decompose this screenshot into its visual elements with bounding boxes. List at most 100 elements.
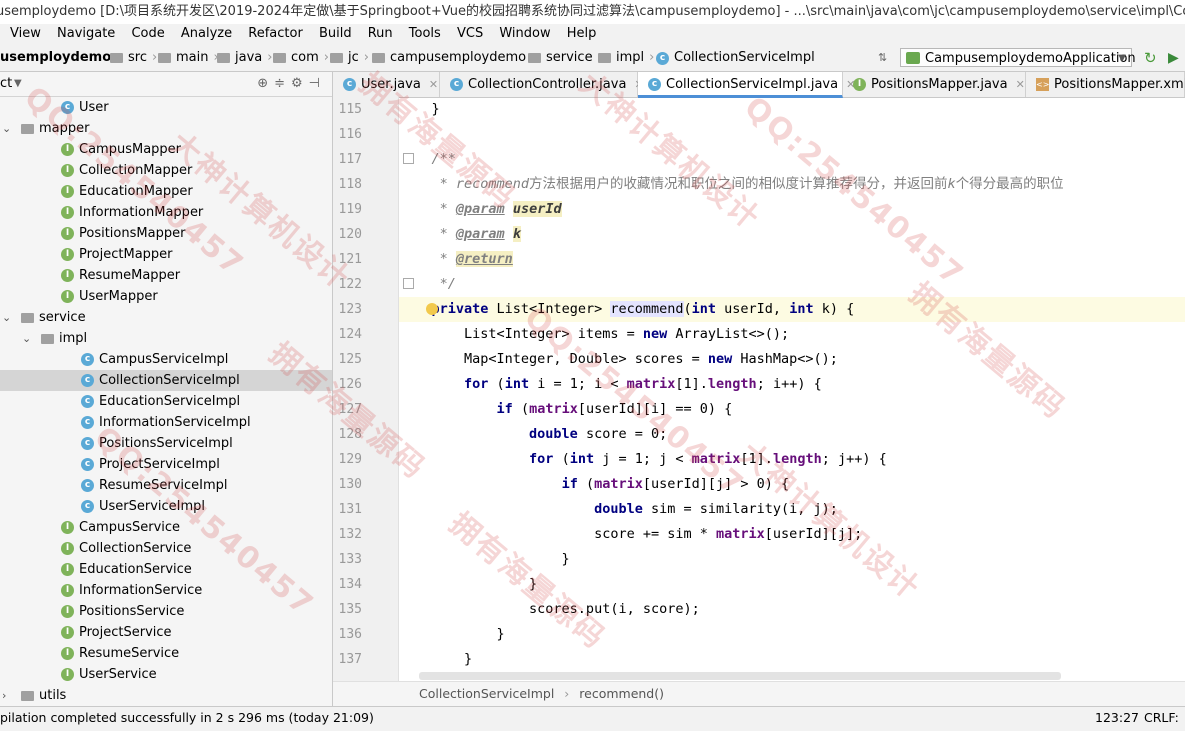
- breadcrumb-method[interactable]: recommend(): [579, 686, 664, 701]
- menu-view[interactable]: View: [10, 24, 41, 44]
- code-line: if (matrix[userId][i] == 0) {: [496, 401, 733, 417]
- lightbulb-icon[interactable]: [426, 303, 438, 315]
- tab-user-java[interactable]: c User.java ✕: [333, 72, 440, 97]
- hide-icon[interactable]: ⊣: [309, 76, 326, 91]
- tab-collection-service-impl[interactable]: c CollectionServiceImpl.java ✕: [638, 72, 855, 98]
- close-icon[interactable]: ✕: [1016, 78, 1025, 91]
- nav-crumb-jc[interactable]: jc ›: [330, 46, 373, 70]
- interface-icon: I: [61, 185, 74, 198]
- folder-icon: [273, 53, 286, 63]
- folder-icon: [330, 53, 343, 63]
- horizontal-scrollbar[interactable]: [419, 672, 1061, 680]
- tab-collection-controller[interactable]: cCollectionController.java✕: [440, 72, 644, 97]
- menu-navigate[interactable]: Navigate: [57, 24, 115, 44]
- nav-crumb-project[interactable]: usemploydemo›: [0, 46, 125, 70]
- tree-item-label: PositionsService: [79, 604, 185, 619]
- run-icon[interactable]: ▶: [1168, 46, 1179, 70]
- rerun-icon[interactable]: ↻: [1144, 46, 1157, 70]
- line-number: 130: [338, 477, 362, 492]
- code-line: * @return: [439, 251, 513, 267]
- tab-positions-mapper-xml[interactable]: <> PositionsMapper.xml: [1026, 72, 1185, 97]
- chevron-down-icon[interactable]: ▼: [14, 72, 22, 96]
- status-message[interactable]: pilation completed successfully in 2 s 2…: [0, 707, 374, 729]
- tree-item[interactable]: I PositionsService: [0, 601, 332, 622]
- nav-crumb-class[interactable]: c CollectionServiceImpl: [656, 46, 815, 70]
- folder-icon: [598, 53, 611, 63]
- chevron-down-icon[interactable]: ⌄: [22, 328, 31, 349]
- tree-item[interactable]: I EducationMapper: [0, 181, 332, 202]
- tree-item[interactable]: I ProjectMapper: [0, 244, 332, 265]
- line-number: 129: [338, 452, 362, 467]
- tree-item[interactable]: I ResumeService: [0, 643, 332, 664]
- tree-item[interactable]: ⌄ service: [0, 307, 332, 328]
- locate-icon[interactable]: ⊕: [257, 76, 274, 91]
- menu-analyze[interactable]: Analyze: [181, 24, 232, 44]
- breadcrumb-class[interactable]: CollectionServiceImpl: [419, 686, 554, 701]
- tree-item[interactable]: I EducationService: [0, 559, 332, 580]
- line-number: 134: [338, 577, 362, 592]
- tree-item[interactable]: c ProjectServiceImpl: [0, 454, 332, 475]
- class-icon: c: [81, 500, 94, 513]
- tree-item[interactable]: I ResumeMapper: [0, 265, 332, 286]
- tree-item-label: InformationMapper: [79, 205, 204, 220]
- nav-crumb-package[interactable]: campusemploydemo›: [372, 46, 540, 70]
- tree-item[interactable]: I UserMapper: [0, 286, 332, 307]
- menu-help[interactable]: Help: [567, 24, 597, 44]
- interface-icon: I: [61, 269, 74, 282]
- tree-item[interactable]: ⌄ impl: [0, 328, 332, 349]
- menu-refactor[interactable]: Refactor: [248, 24, 303, 44]
- tree-item-label: CollectionMapper: [79, 163, 193, 178]
- chevron-down-icon[interactable]: ⌄: [2, 307, 11, 328]
- interface-icon: I: [61, 143, 74, 156]
- menu-run[interactable]: Run: [368, 24, 393, 44]
- menu-code[interactable]: Code: [131, 24, 164, 44]
- sort-icon[interactable]: ⇅: [878, 46, 887, 70]
- code-line: * @param userId: [439, 201, 562, 217]
- chevron-down-icon[interactable]: ⌄: [2, 118, 11, 139]
- interface-icon: I: [61, 584, 74, 597]
- nav-crumb-main[interactable]: main›: [158, 46, 223, 70]
- line-number: 128: [338, 427, 362, 442]
- nav-crumb-service[interactable]: service›: [528, 46, 607, 70]
- tree-item[interactable]: c InformationServiceImpl: [0, 412, 332, 433]
- line-number: 118: [338, 177, 362, 192]
- tree-item[interactable]: ⌄ mapper: [0, 118, 332, 139]
- nav-crumb-impl[interactable]: impl ›: [598, 46, 658, 70]
- tab-positions-mapper-java[interactable]: I PositionsMapper.java ✕: [843, 72, 1026, 97]
- code-line: for (int j = 1; j < matrix[1].length; j+…: [529, 451, 887, 467]
- gear-icon[interactable]: ⚙: [291, 76, 309, 91]
- tree-item[interactable]: I PositionsMapper: [0, 223, 332, 244]
- menu-build[interactable]: Build: [319, 24, 352, 44]
- tree-item[interactable]: c User: [0, 97, 332, 118]
- caret-position[interactable]: 123:27: [1095, 707, 1139, 729]
- tree-item[interactable]: I CollectionMapper: [0, 160, 332, 181]
- line-separator[interactable]: CRLF:: [1144, 707, 1179, 729]
- tree-item[interactable]: I CollectionService: [0, 538, 332, 559]
- nav-crumb-java[interactable]: java ›: [217, 46, 276, 70]
- menu-vcs[interactable]: VCS: [457, 24, 483, 44]
- close-icon[interactable]: ✕: [429, 78, 438, 91]
- menu-tools[interactable]: Tools: [409, 24, 441, 44]
- tree-item[interactable]: I UserService: [0, 664, 332, 685]
- run-configuration-select[interactable]: CampusemploydemoApplication ▼: [900, 48, 1136, 67]
- tree-item[interactable]: c CollectionServiceImpl: [0, 370, 332, 391]
- code-area[interactable]: } /** * recommend方法根据用户的收藏情况和职位之间的相似度计算推…: [399, 97, 1185, 681]
- tree-item[interactable]: I CampusMapper: [0, 139, 332, 160]
- tree-item[interactable]: c CampusServiceImpl: [0, 349, 332, 370]
- tree-item-label: service: [39, 310, 86, 325]
- tree-item[interactable]: c PositionsServiceImpl: [0, 433, 332, 454]
- tree-item[interactable]: I CampusService: [0, 517, 332, 538]
- code-line: for (int i = 1; i < matrix[1].length; i+…: [464, 376, 822, 392]
- chevron-right-icon[interactable]: ›: [2, 685, 6, 706]
- nav-crumb-com[interactable]: com ›: [273, 46, 333, 70]
- collapse-icon[interactable]: ≑: [274, 76, 291, 91]
- tree-item[interactable]: I InformationService: [0, 580, 332, 601]
- tree-item[interactable]: c EducationServiceImpl: [0, 391, 332, 412]
- menu-window[interactable]: Window: [499, 24, 550, 44]
- tree-item[interactable]: › utils: [0, 685, 332, 706]
- tree-item[interactable]: I InformationMapper: [0, 202, 332, 223]
- nav-crumb-src[interactable]: src ›: [110, 46, 161, 70]
- tree-item[interactable]: c ResumeServiceImpl: [0, 475, 332, 496]
- tree-item[interactable]: c UserServiceImpl: [0, 496, 332, 517]
- tree-item[interactable]: I ProjectService: [0, 622, 332, 643]
